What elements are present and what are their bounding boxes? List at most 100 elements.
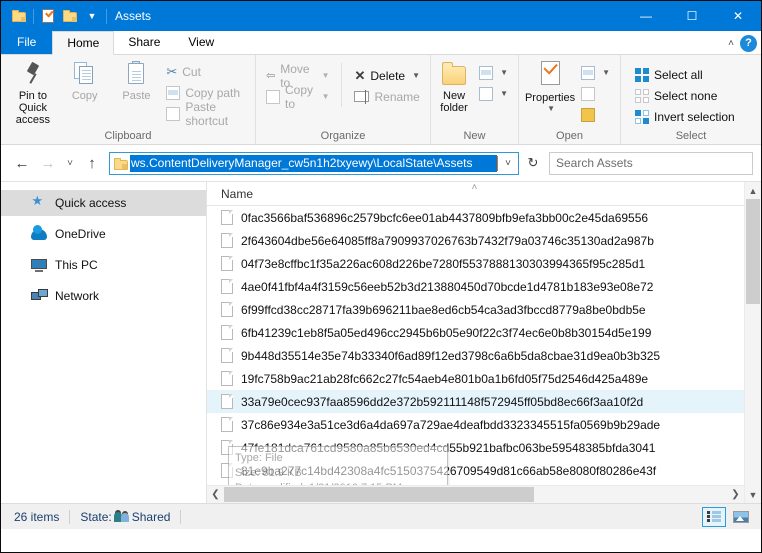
organize-col2: ✕ Delete ▼ Rename	[341, 63, 424, 107]
minimize-icon: —	[640, 9, 652, 23]
open-with-icon	[581, 65, 596, 80]
select-none-button[interactable]: Select none	[631, 85, 739, 106]
qat-divider	[33, 8, 34, 24]
scroll-down-icon[interactable]: ▼	[745, 486, 761, 503]
qat-new-folder-button[interactable]	[59, 5, 81, 27]
edit-button[interactable]	[577, 83, 614, 104]
cut-button[interactable]: ✂ Cut	[162, 61, 249, 82]
new-item-button[interactable]: ▼	[475, 62, 512, 83]
recent-locations-button[interactable]: ˅	[61, 150, 79, 176]
file-name: 04f73e8cffbc1f35a226ac608d226be7280f5537…	[241, 256, 646, 271]
invert-selection-button[interactable]: Invert selection	[631, 106, 739, 127]
open-with-button[interactable]: ▼	[577, 62, 614, 83]
quick-access-toolbar: ▼	[1, 5, 110, 27]
tab-view[interactable]: View	[174, 30, 228, 54]
address-input[interactable]: ws.ContentDeliveryManager_cw5n1h2txyewy\…	[130, 154, 497, 172]
window-controls: — ☐ ✕	[623, 1, 761, 31]
properties-button[interactable]: Properties ▼	[523, 59, 577, 113]
back-button[interactable]: ←	[9, 150, 35, 176]
address-dropdown-button[interactable]: ˅	[498, 158, 518, 169]
table-row-selected[interactable]: 33a79e0cec937faa8596dd2e372b592111148f57…	[207, 390, 744, 413]
table-row[interactable]: 19fc758b9ac21ab28fc662c27fc54aeb4e801b0a…	[207, 367, 744, 390]
file-icon	[221, 417, 233, 432]
easy-access-button[interactable]: ▼	[475, 83, 512, 104]
tab-file[interactable]: File	[1, 30, 53, 54]
hscroll-thumb[interactable]	[224, 487, 534, 502]
table-row[interactable]: 9b448d35514e35e74b33340f6ad89f12ed3798c6…	[207, 344, 744, 367]
delete-button[interactable]: ✕ Delete ▼	[350, 65, 424, 86]
column-header-name[interactable]: Name	[207, 187, 253, 201]
item-count: 26 items	[14, 509, 60, 524]
horizontal-scrollbar[interactable]: ❮ ❯	[207, 485, 744, 503]
paste-button[interactable]: Paste	[111, 59, 163, 102]
table-row[interactable]: 2f643604dbe56e64085ff8a7909937026763b743…	[207, 229, 744, 252]
table-row[interactable]: 4ae0f41fbf4a4f3159c56eeb52b3d213880450d7…	[207, 275, 744, 298]
maximize-button[interactable]: ☐	[669, 1, 715, 31]
close-button[interactable]: ✕	[715, 1, 761, 31]
chevron-down-icon: ▼	[412, 71, 420, 80]
network-icon	[31, 288, 48, 304]
properties-icon	[537, 61, 563, 89]
minimize-button[interactable]: —	[623, 1, 669, 31]
up-button[interactable]: ↑	[79, 150, 105, 176]
hscroll-track[interactable]	[224, 486, 727, 503]
sidebar-item-quick-access[interactable]: Quick access	[1, 190, 206, 216]
paste-shortcut-button[interactable]: Paste shortcut	[162, 100, 249, 128]
table-row[interactable]: 6f99ffcd38cc28717fa39b696211bae8ed6cb54c…	[207, 298, 744, 321]
vertical-scrollbar[interactable]: ▲ ▼	[744, 182, 761, 503]
tab-share[interactable]: Share	[114, 30, 174, 54]
rename-button[interactable]: Rename	[350, 86, 424, 107]
qat-customize-button[interactable]: ▼	[81, 5, 103, 27]
tab-home[interactable]: Home	[52, 31, 115, 55]
collapse-ribbon-icon[interactable]: ˄	[728, 38, 734, 49]
copy-to-button[interactable]: Copy to ▼	[262, 83, 333, 111]
file-name: 19fc758b9ac21ab28fc662c27fc54aeb4e801b0a…	[241, 371, 649, 386]
scroll-up-icon[interactable]: ▲	[745, 182, 761, 199]
table-row[interactable]: 04f73e8cffbc1f35a226ac608d226be7280f5537…	[207, 252, 744, 275]
scissors-icon: ✂	[166, 63, 178, 79]
details-view-button[interactable]	[702, 506, 726, 527]
pin-icon	[20, 61, 46, 87]
copy-button[interactable]: Copy	[59, 59, 111, 102]
status-bar: 26 items State: Shared	[1, 503, 761, 529]
qat-properties-folder-button[interactable]	[8, 5, 30, 27]
new-folder-button[interactable]: New folder	[433, 59, 475, 114]
folder-icon	[12, 10, 26, 22]
qat-properties-button[interactable]	[37, 5, 59, 27]
select-buttons: Select all Select none Invert selection	[631, 62, 739, 127]
refresh-button[interactable]: ↻	[521, 152, 545, 175]
file-icon	[221, 371, 233, 386]
rename-label: Rename	[374, 89, 420, 104]
help-icon[interactable]: ?	[740, 34, 757, 52]
vscroll-track[interactable]	[745, 199, 761, 486]
sidebar-item-network[interactable]: Network	[1, 283, 206, 309]
view-toggle-group	[702, 506, 753, 527]
new-small-buttons: ▼ ▼	[475, 59, 512, 104]
scroll-left-icon[interactable]: ❮	[207, 489, 224, 500]
up-arrow-icon: ↑	[88, 154, 96, 172]
clipboard-small-buttons: ✂ Cut Copy path Paste shortcut	[162, 59, 249, 128]
sidebar-item-onedrive[interactable]: OneDrive	[1, 221, 206, 247]
vscroll-thumb[interactable]	[746, 199, 760, 304]
forward-button[interactable]: →	[35, 150, 61, 176]
large-icons-view-button[interactable]	[729, 507, 753, 527]
search-input[interactable]: Search Assets	[556, 156, 651, 170]
file-name: 6fb41239c1eb8f5a05ed496cc2945b6b05e90f22…	[241, 325, 652, 340]
select-all-button[interactable]: Select all	[631, 64, 739, 85]
table-row[interactable]: 37c86e934e3a51ce3d6a4da697a729ae4deafbdd…	[207, 413, 744, 436]
table-row[interactable]: 6fb41239c1eb8f5a05ed496cc2945b6b05e90f22…	[207, 321, 744, 344]
ribbon-group-open: Properties ▼ ▼ Open	[519, 55, 621, 144]
sidebar-item-this-pc[interactable]: This PC	[1, 252, 206, 278]
address-bar[interactable]: ws.ContentDeliveryManager_cw5n1h2txyewy\…	[109, 151, 519, 175]
history-button[interactable]	[577, 104, 614, 125]
table-row[interactable]: 0fac3566baf536896c2579bcfc6ee01ab4437809…	[207, 206, 744, 229]
file-icon	[221, 233, 233, 248]
scroll-right-icon[interactable]: ❯	[727, 489, 744, 500]
close-icon: ✕	[732, 9, 744, 23]
open-small-buttons: ▼	[577, 59, 614, 125]
search-box[interactable]: Search Assets ⚲	[549, 151, 753, 202]
pin-to-quick-access-button[interactable]: Pin to Quick access	[7, 59, 59, 126]
chevron-down-icon: ˅	[505, 157, 511, 169]
new-folder-label-line1: New	[443, 90, 466, 102]
copy-path-icon	[166, 85, 181, 100]
